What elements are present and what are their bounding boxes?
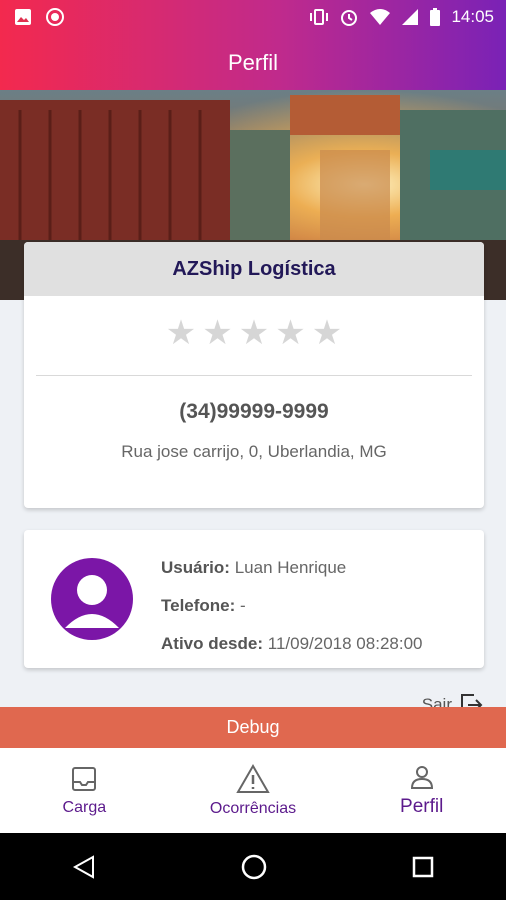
home-icon[interactable]: [240, 853, 268, 881]
active-since: 11/09/2018 08:28:00: [267, 634, 423, 653]
active-label: Ativo desde:: [161, 634, 264, 653]
record-notification-icon: [46, 8, 64, 26]
active-since-row: Ativo desde: 11/09/2018 08:28:00: [161, 634, 422, 654]
warning-icon: [236, 763, 270, 793]
user-label: Usuário:: [161, 558, 230, 577]
vibrate-icon: [310, 9, 329, 25]
debug-label: Debug: [226, 717, 280, 737]
page-title: Perfil: [227, 50, 279, 75]
battery-icon: [430, 8, 441, 26]
star-icon[interactable]: ★: [239, 316, 269, 350]
app-bar: Perfil: [0, 36, 506, 90]
star-icon[interactable]: ★: [275, 316, 305, 350]
nav-cargo-label: Carga: [62, 798, 107, 816]
debug-button[interactable]: Debug: [0, 707, 506, 748]
company-address: Rua jose carrijo, 0, Uberlandia, MG: [121, 442, 387, 461]
inbox-icon: [72, 766, 97, 791]
nav-occurrences[interactable]: Ocorrências: [169, 748, 338, 833]
signal-icon: [402, 9, 419, 25]
user-phone-row: Telefone: -: [161, 596, 246, 616]
divider: [36, 375, 472, 376]
status-bar: 14:05: [0, 0, 506, 36]
status-time: 14:05: [451, 7, 494, 26]
star-icon[interactable]: ★: [166, 316, 196, 350]
company-header: AZShip Logística: [24, 242, 484, 296]
rating-stars[interactable]: ★ ★ ★ ★ ★: [24, 316, 484, 350]
nav-occurrences-label: Ocorrências: [209, 799, 297, 817]
user-phone: -: [240, 596, 246, 615]
nav-profile[interactable]: Perfil: [337, 748, 506, 833]
nav-profile-label: Perfil: [400, 795, 444, 817]
nav-cargo[interactable]: Carga: [0, 748, 169, 833]
user-name: Luan Henrique: [234, 558, 347, 577]
company-card: AZShip Logística ★ ★ ★ ★ ★ (34)99999-999…: [24, 242, 484, 508]
company-phone: (34)99999-9999: [179, 400, 329, 423]
image-notification-icon: [15, 9, 31, 25]
user-name-row: Usuário: Luan Henrique: [161, 558, 346, 578]
company-name: AZShip Logística: [172, 257, 336, 280]
back-icon[interactable]: [71, 854, 97, 880]
recents-icon[interactable]: [411, 855, 435, 879]
star-icon[interactable]: ★: [202, 316, 232, 350]
person-outline-icon: [410, 765, 433, 789]
person-icon: [65, 575, 119, 628]
star-icon[interactable]: ★: [312, 316, 342, 350]
system-navigation-bar: [0, 833, 506, 900]
alarm-icon: [341, 10, 358, 26]
avatar: [51, 558, 133, 640]
bottom-navigation: Carga Ocorrências Perfil: [0, 748, 506, 833]
user-card: Usuário: Luan Henrique Telefone: - Ativo…: [24, 530, 484, 668]
wifi-icon: [370, 9, 391, 25]
phone-label: Telefone:: [161, 596, 236, 615]
